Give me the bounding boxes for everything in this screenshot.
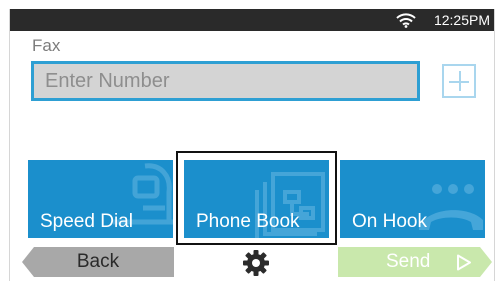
fax-screen: 12:25PM Fax Speed Dial [9, 9, 495, 281]
number-field[interactable] [31, 61, 420, 101]
send-label: Send [386, 251, 431, 272]
speed-dial-label: Speed Dial [40, 211, 133, 232]
fax-label: Fax [32, 36, 61, 55]
gear-icon[interactable] [242, 249, 270, 277]
focus-highlight [176, 151, 337, 245]
back-button[interactable]: Back [22, 247, 174, 277]
back-label: Back [76, 251, 120, 272]
wifi-icon [396, 13, 416, 28]
speed-dial-button[interactable]: Speed Dial [28, 160, 173, 238]
status-bar: 12:25PM [10, 9, 494, 31]
send-button[interactable]: Send [338, 247, 492, 277]
on-hook-button[interactable]: On Hook [340, 160, 485, 238]
play-arrow-icon [456, 254, 472, 271]
add-recipient-button[interactable] [442, 64, 476, 98]
number-input[interactable] [34, 64, 417, 98]
status-time: 12:25PM [433, 12, 490, 28]
on-hook-label: On Hook [352, 211, 427, 232]
